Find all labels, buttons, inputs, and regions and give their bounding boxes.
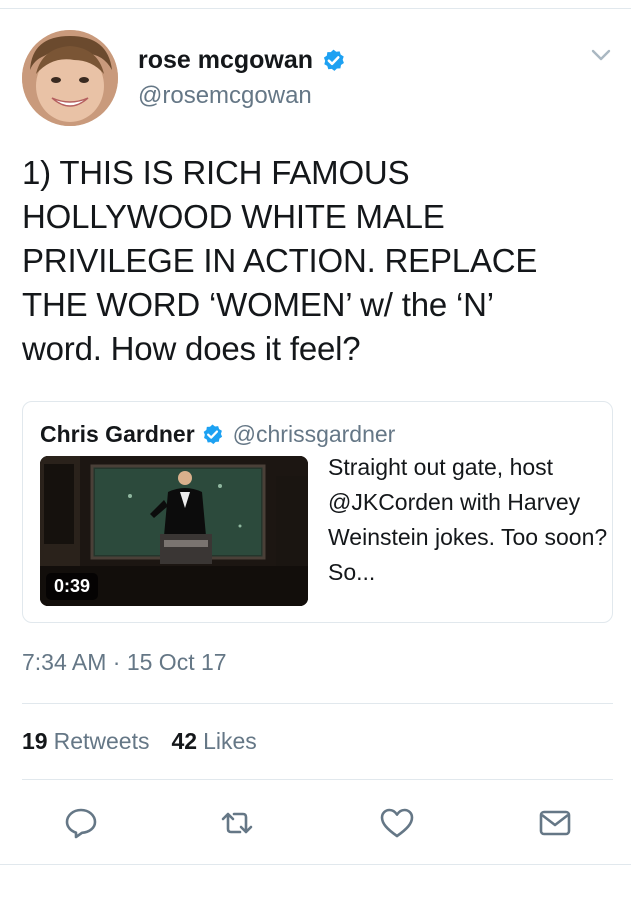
avatar-image [22, 30, 118, 126]
stats-divider-top [22, 703, 613, 704]
tweet-actions [0, 805, 631, 841]
verified-badge-icon [203, 423, 222, 444]
verified-badge-icon [323, 49, 344, 71]
like-button[interactable] [379, 805, 415, 841]
video-duration: 0:39 [46, 573, 99, 600]
author-name-row: rose mcgowan [138, 44, 346, 76]
direct-message-button[interactable] [537, 805, 573, 841]
quoted-author-name: Chris Gardner [40, 420, 195, 447]
retweets-stat[interactable]: 19 Retweets [22, 728, 149, 755]
heart-icon [380, 808, 414, 838]
top-divider [0, 8, 631, 9]
quoted-video-thumbnail[interactable]: 0:39 [40, 456, 308, 606]
retweet-icon [221, 812, 253, 834]
retweets-label: Retweets [53, 728, 150, 754]
reply-button[interactable] [63, 805, 99, 841]
retweets-count: 19 [22, 728, 48, 754]
reply-icon [65, 808, 97, 839]
tweet-stats: 19 Retweets 42 Likes [22, 728, 257, 755]
envelope-icon [539, 810, 571, 836]
quoted-author-handle: @chrissgardner [232, 420, 396, 447]
quoted-tweet-header: Chris Gardner @chrissgardner [40, 419, 395, 449]
author-handle[interactable]: @rosemcgowan [138, 82, 346, 110]
author-avatar[interactable] [22, 30, 118, 126]
quoted-tweet-text: Straight out gate, host @JKCorden with H… [328, 454, 608, 585]
retweet-button[interactable] [219, 805, 255, 841]
likes-count: 42 [171, 728, 198, 754]
author-display-name[interactable]: rose mcgowan [138, 46, 313, 75]
chevron-down-icon[interactable] [586, 40, 616, 70]
likes-label: Likes [203, 728, 257, 754]
likes-stat[interactable]: 42 Likes [171, 728, 256, 755]
author-info: rose mcgowan @rosemcgowan [138, 44, 346, 110]
tweet-text: 1) THIS IS RICH FAMOUS HOLLYWOOD WHITE M… [22, 154, 538, 367]
tweet-timestamp[interactable]: 7:34 AM · 15 Oct 17 [22, 649, 227, 676]
stats-divider-bottom [22, 779, 613, 780]
quoted-tweet-card[interactable]: Chris Gardner @chrissgardner 0:39 Straig… [22, 401, 613, 623]
bottom-divider [0, 864, 631, 865]
